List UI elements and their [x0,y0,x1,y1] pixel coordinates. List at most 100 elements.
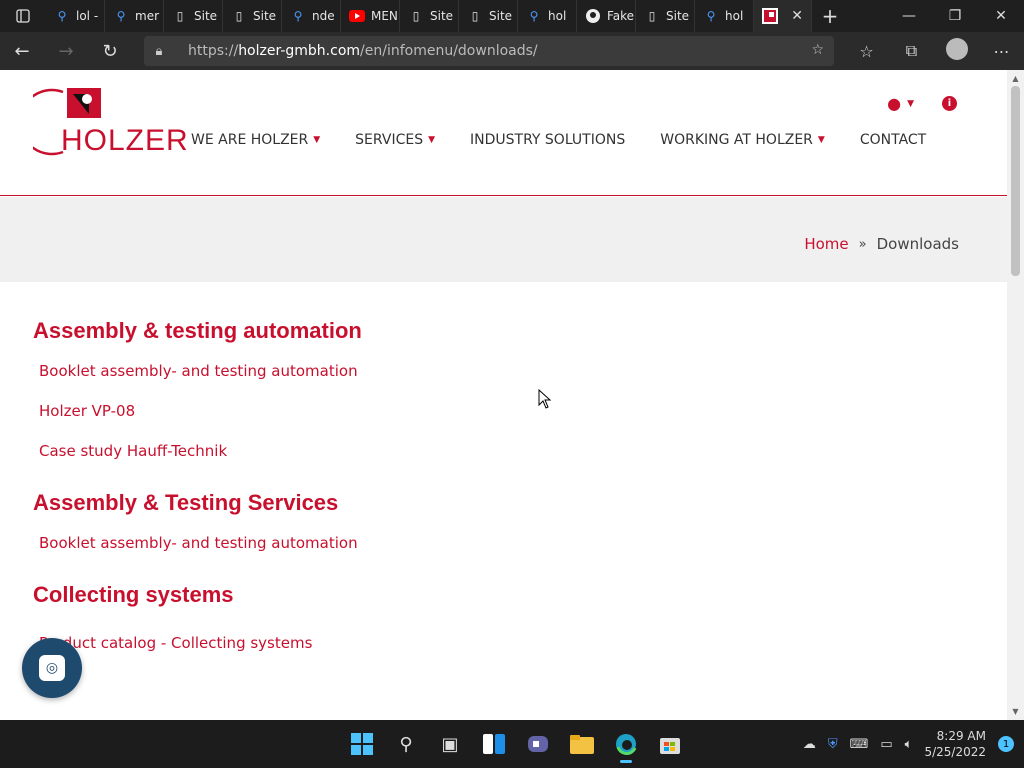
browser-tab[interactable]: Fake [577,0,636,32]
collections-icon: ⧉ [905,41,918,60]
favorites-star-icon: ☆ [859,41,874,61]
browser-toolbar: ← → ↻ 🔒︎ https://holzer-gmbh.com/en/info… [0,32,1024,70]
search-icon: ⚲ [57,9,67,23]
widgets-icon [483,734,505,754]
network-icon[interactable]: ▭ [880,737,892,752]
chat-icon [528,736,548,752]
start-button[interactable] [340,724,384,764]
breadcrumb-current: Downloads [876,235,959,253]
page-icon: ▯ [648,9,656,23]
page-scrollbar[interactable]: ▲ ▼ [1007,70,1024,720]
address-bar[interactable]: 🔒︎ https://holzer-gmbh.com/en/infomenu/d… [144,36,834,66]
search-button[interactable]: ⚲ [384,724,428,764]
download-link[interactable]: Holzer VP-08 [39,402,933,420]
browser-tab[interactable]: ▯ Site [459,0,518,32]
windows-logo-icon [351,733,373,755]
holzer-favicon-icon [762,8,778,24]
web-page: HOLZER WE ARE HOLZER ▼ SERVICES ▼ INDUSTRY… [0,70,1024,720]
add-favorite-icon[interactable]: ☆ [811,42,824,58]
minimize-button[interactable]: — [886,0,932,32]
scroll-down-icon[interactable]: ▼ [1007,707,1024,716]
breadcrumb-bar: Home » Downloads [0,197,1007,282]
settings-menu-button[interactable]: ⋯ [979,42,1024,61]
restore-button[interactable]: ❐ [932,0,978,32]
plus-icon: + [821,4,839,28]
breadcrumb: Home » Downloads [804,235,959,253]
section-title: Assembly & testing automation [33,318,362,343]
browser-tab[interactable]: ⚲ nde [282,0,341,32]
nav-item-industry-solutions[interactable]: INDUSTRY SOLUTIONS [470,132,625,148]
browser-tab[interactable]: ⚲ mer [105,0,164,32]
collections-button[interactable]: ⧉ [889,41,934,61]
file-explorer-button[interactable] [560,724,604,764]
download-link[interactable]: Booklet assembly- and testing automation [39,362,933,380]
main-nav: WE ARE HOLZER ▼ SERVICES ▼ INDUSTRY SOLUTI… [191,132,961,148]
clock-date: 5/25/2022 [924,745,986,759]
download-link[interactable]: Booklet assembly- and testing automation [39,534,933,552]
scroll-up-icon[interactable]: ▲ [1007,74,1024,83]
language-caret-icon[interactable]: ▼ [907,99,914,109]
nav-item-services[interactable]: SERVICES ▼ [355,132,435,148]
youtube-icon [349,8,365,24]
browser-tab[interactable]: MEN [341,0,400,32]
search-icon: ⚲ [116,9,126,23]
refresh-icon: ↻ [102,40,118,62]
github-icon [585,8,601,24]
refresh-button[interactable]: ↻ [88,32,132,70]
store-button[interactable] [648,724,692,764]
double-chevron-icon: » [858,236,867,252]
caret-down-icon: ▼ [313,135,321,145]
breadcrumb-home-link[interactable]: Home [804,235,848,253]
store-bag-icon [660,738,680,754]
system-clock[interactable]: 8:29 AM 5/25/2022 [924,728,986,760]
fingerprint-icon: ◎ [39,655,65,681]
notification-badge[interactable]: 1 [998,736,1014,752]
nav-item-we-are-holzer[interactable]: WE ARE HOLZER ▼ [191,132,320,148]
browser-tab-active[interactable]: ✕ [754,0,812,32]
nav-item-working-at-holzer[interactable]: WORKING AT HOLZER ▼ [660,132,825,148]
edge-browser-button[interactable] [604,724,648,764]
logo-text: HOLZER [61,124,189,157]
volume-icon[interactable]: 🔈︎ [905,737,913,752]
downloads-content: Assembly & testing automation Booklet as… [33,318,933,682]
browser-tab[interactable]: ⚲ hol [695,0,754,32]
onedrive-off-icon[interactable]: ☁ [803,737,816,752]
back-button[interactable]: ← [0,32,44,70]
browser-tab[interactable]: ▯ Site [223,0,282,32]
close-icon: ✕ [995,8,1007,24]
holzer-logo[interactable]: HOLZER [33,86,188,158]
privacy-settings-button[interactable]: ◎ [22,638,82,698]
new-tab-button[interactable]: + [812,0,848,32]
keyboard-icon[interactable]: ⌨ [850,737,869,752]
globe-icon[interactable]: ● [887,94,901,113]
browser-tab[interactable]: ▯ Site [400,0,459,32]
profile-button[interactable] [934,38,979,64]
favorites-button[interactable]: ☆ [844,42,889,61]
download-link[interactable]: Case study Hauff-Technik [39,442,933,460]
download-link[interactable]: Product catalog - Collecting systems [39,634,933,652]
tab-actions-button[interactable] [0,0,46,32]
info-icon[interactable]: i [942,96,957,111]
security-shield-icon[interactable]: ⛨ [828,737,838,752]
close-tab-icon[interactable]: ✕ [791,8,803,24]
scrollbar-thumb[interactable] [1011,86,1020,276]
avatar-icon [945,38,968,60]
browser-tab[interactable]: ⚲ hol [518,0,577,32]
task-view-button[interactable]: ▣ [428,724,472,764]
back-arrow-icon: ← [14,40,30,62]
caret-down-icon: ▼ [428,135,436,145]
page-icon: ▯ [176,9,184,23]
forward-button[interactable]: → [44,32,88,70]
windows-taskbar: ⚲ ▣ ☁ ⛨ ⌨ ▭ 🔈︎ 8:29 AM 5/25/2022 1 [0,720,1024,768]
teams-chat-button[interactable] [516,724,560,764]
widgets-button[interactable] [472,724,516,764]
close-window-button[interactable]: ✕ [978,0,1024,32]
section-title: Collecting systems [33,582,234,607]
search-icon: ⚲ [399,733,413,755]
download-section: Assembly & Testing Services Booklet asse… [33,490,933,552]
download-section: Assembly & testing automation Booklet as… [33,318,933,460]
browser-tab[interactable]: ▯ Site [164,0,223,32]
browser-tab[interactable]: ▯ Site [636,0,695,32]
nav-item-contact[interactable]: CONTACT [860,132,926,148]
browser-tab[interactable]: ⚲ lol - [46,0,105,32]
